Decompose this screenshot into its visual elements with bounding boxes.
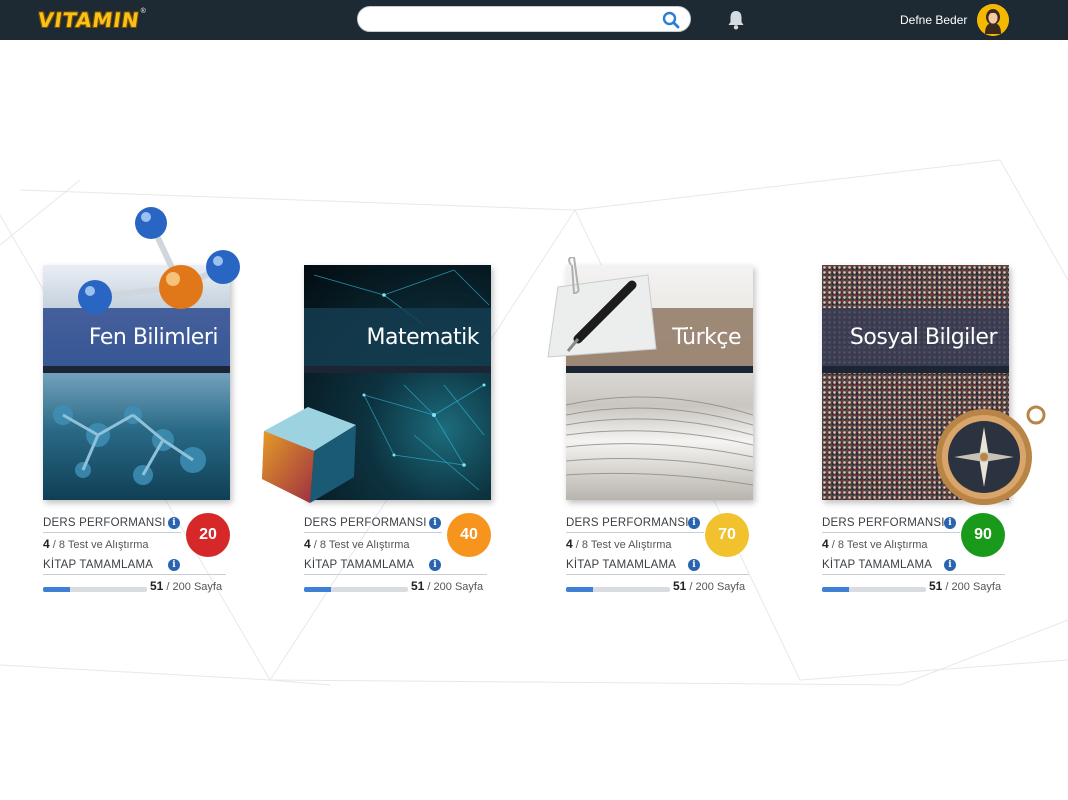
tests-progress: 4 / 8 Test ve Alıştırma [822, 537, 928, 551]
completion-label: KİTAP TAMAMLAMA [304, 559, 415, 571]
completion-label: KİTAP TAMAMLAMA [43, 559, 154, 571]
info-icon[interactable]: i [168, 559, 180, 571]
completion-progress-bar [304, 587, 408, 592]
pages-done: 51 [673, 579, 687, 593]
tests-total: / 8 Test ve Alıştırma [575, 539, 672, 551]
tests-done: 4 [566, 537, 573, 551]
pages-progress: 51 / 200 Sayfa [673, 579, 745, 593]
pages-progress: 51 / 200 Sayfa [411, 579, 483, 593]
score-badge: 70 [705, 513, 749, 557]
pages-progress: 51 / 200 Sayfa [150, 579, 222, 593]
score-value: 40 [460, 526, 478, 543]
performance-label: DERS PERFORMANSI [304, 517, 427, 529]
pages-progress: 51 / 200 Sayfa [929, 579, 1001, 593]
completion-progress-bar [822, 587, 926, 592]
performance-label: DERS PERFORMANSI [566, 517, 689, 529]
tests-progress: 4 / 8 Test ve Alıştırma [566, 537, 672, 551]
info-icon[interactable]: i [944, 517, 956, 529]
score-badge: 40 [447, 513, 491, 557]
info-icon[interactable]: i [429, 517, 441, 529]
completion-progress-bar [43, 587, 147, 592]
completion-label: KİTAP TAMAMLAMA [566, 559, 677, 571]
info-icon[interactable]: i [168, 517, 180, 529]
score-badge: 90 [961, 513, 1005, 557]
course-title: Sosyal Bilgiler [849, 324, 998, 350]
top-bar: VITAMIN ® Defne Beder [0, 0, 1068, 40]
performance-label: DERS PERFORMANSI [43, 517, 166, 529]
completion-progress-bar [566, 587, 670, 592]
pages-total: / 200 Sayfa [689, 581, 746, 593]
score-badge: 20 [186, 513, 230, 557]
score-value: 90 [974, 526, 992, 543]
molecule-model-icon [78, 207, 240, 314]
tests-progress: 4 / 8 Test ve Alıştırma [43, 537, 149, 551]
tests-total: / 8 Test ve Alıştırma [52, 539, 149, 551]
search-icon[interactable] [662, 11, 680, 29]
compass-icon [936, 405, 1046, 505]
score-value: 20 [199, 526, 217, 543]
performance-label: DERS PERFORMANSI [822, 517, 945, 529]
course-title: Fen Bilimleri [88, 324, 219, 350]
info-icon[interactable]: i [688, 559, 700, 571]
pages-total: / 200 Sayfa [427, 581, 484, 593]
completion-label: KİTAP TAMAMLAMA [822, 559, 933, 571]
tests-done: 4 [822, 537, 829, 551]
pages-done: 51 [411, 579, 425, 593]
search-input[interactable] [372, 10, 656, 30]
tests-done: 4 [43, 537, 50, 551]
score-value: 70 [718, 526, 736, 543]
user-name[interactable]: Defne Beder [900, 13, 967, 27]
logo-text: VITAMIN [36, 8, 142, 32]
info-icon[interactable]: i [429, 559, 441, 571]
prism-cube-icon [262, 407, 356, 503]
pages-done: 51 [150, 579, 164, 593]
avatar-icon [977, 4, 1009, 36]
bell-icon[interactable] [726, 9, 746, 31]
vitamin-logo[interactable]: VITAMIN ® [36, 8, 145, 32]
tests-done: 4 [304, 537, 311, 551]
avatar[interactable] [977, 4, 1009, 36]
pages-total: / 200 Sayfa [945, 581, 1002, 593]
course-title: Türkçe [672, 324, 741, 350]
info-icon[interactable]: i [944, 559, 956, 571]
tests-progress: 4 / 8 Test ve Alıştırma [304, 537, 410, 551]
info-icon[interactable]: i [688, 517, 700, 529]
tests-total: / 8 Test ve Alıştırma [831, 539, 928, 551]
pages-total: / 200 Sayfa [166, 581, 223, 593]
note-pen-icon [547, 257, 657, 358]
tests-total: / 8 Test ve Alıştırma [313, 539, 410, 551]
search-box[interactable] [357, 6, 691, 32]
pages-done: 51 [929, 579, 943, 593]
course-title: Matematik [366, 324, 479, 350]
